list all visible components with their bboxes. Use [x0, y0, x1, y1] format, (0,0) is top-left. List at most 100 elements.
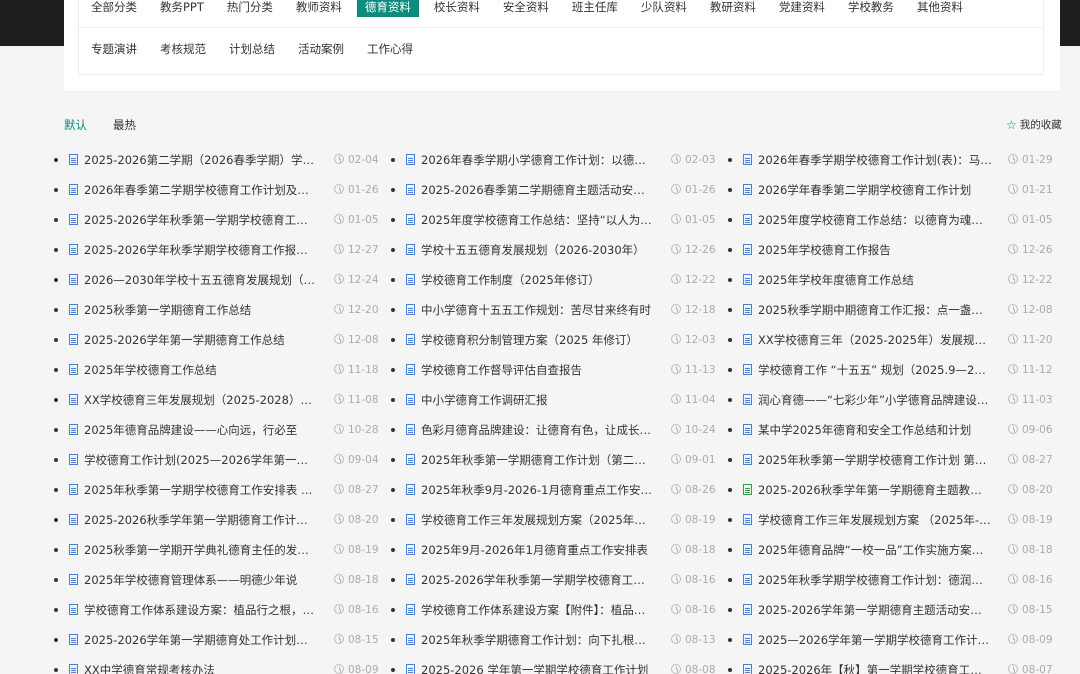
item-title-link[interactable]: 2025年秋季9月-2026-1月德育重点工作安排表 — [421, 481, 655, 499]
item-title-link[interactable]: 学校德育工作体系建设方案【附件】：植品行之根 — [421, 601, 655, 619]
list-item[interactable]: 2025年学校德育工作报告 12-26 — [728, 235, 1053, 265]
list-item[interactable]: 2026年春季学期学校德育工作计划(表)：马到成功 01-29 — [728, 145, 1053, 175]
item-title-link[interactable]: 2025-2026学年第一学期德育主题活动安排表 — [758, 601, 992, 619]
item-title-link[interactable]: 学校德育工作 “十五五” 规划（2025.9—2030.8） — [758, 361, 992, 379]
list-item[interactable]: 2025年秋季学期学校德育工作计划：德润心灵，育见未来 08-16 — [728, 565, 1053, 595]
list-item[interactable]: 学校德育工作三年发展规划方案（2025年新版） 08-19 — [391, 505, 716, 535]
item-title-link[interactable]: 学校十五五德育发展规划（2026-2030年） — [421, 241, 655, 259]
item-title-link[interactable]: 学校德育工作计划(2025—2026学年第一学期) — [84, 451, 318, 469]
item-title-link[interactable]: 2025年度学校德育工作总结：坚持“以人为本” — [421, 211, 655, 229]
list-item[interactable]: 2026—2030年学校十五五德育发展规划（2026-2030年） 12-24 — [54, 265, 379, 295]
list-item[interactable]: 2025年德育品牌“一校一品”工作实施方案（附表） 08-18 — [728, 535, 1053, 565]
list-item[interactable]: 2025-2026学年秋季第一学期学校德育工作总结 01-05 — [54, 205, 379, 235]
subcategory-tab-4[interactable]: 工作心得 — [367, 42, 413, 59]
category-tab-0[interactable]: 全部分类 — [91, 0, 137, 17]
list-item[interactable]: 2025-2026第二学期（2026春季学期）学校德育工作计划 02-04 — [54, 145, 379, 175]
item-title-link[interactable]: 2025年德育品牌建设——心向远，行必至 — [84, 421, 318, 439]
item-title-link[interactable]: 2025-2026学年第一学期德育处工作计划：立德树人 — [84, 631, 318, 649]
subcategory-tab-2[interactable]: 计划总结 — [229, 42, 275, 59]
list-item[interactable]: 中小学德育工作调研汇报 11-04 — [391, 385, 716, 415]
item-title-link[interactable]: 学校德育工作三年发展规划方案 （2025年-2028年） — [758, 511, 992, 529]
item-title-link[interactable]: 学校德育工作督导评估自查报告 — [421, 361, 655, 379]
list-item[interactable]: 中小学德育十五五工作规划：苦尽甘来终有时 12-18 — [391, 295, 716, 325]
item-title-link[interactable]: 2025-2026学年秋季学期学校德育工作报告总结 — [84, 241, 318, 259]
list-item[interactable]: 2025年秋季9月-2026-1月德育重点工作安排表 08-26 — [391, 475, 716, 505]
item-title-link[interactable]: XX学校德育三年发展规划（2025-2028）方案 — [84, 391, 318, 409]
list-item[interactable]: 2025年9月-2026年1月德育重点工作安排表 08-18 — [391, 535, 716, 565]
list-item[interactable]: XX学校德育三年（2025-2025年）发展规划方案 11-20 — [728, 325, 1053, 355]
item-title-link[interactable]: 2026学年春季第二学期学校德育工作计划 — [758, 181, 992, 199]
category-tab-10[interactable]: 党建资料 — [779, 0, 825, 17]
item-title-link[interactable]: 学校德育工作制度（2025年修订） — [421, 271, 655, 289]
category-tab-6[interactable]: 安全资料 — [503, 0, 549, 17]
list-item[interactable]: 2025-2026春季第二学期德育主题活动安排表 01-26 — [391, 175, 716, 205]
list-item[interactable]: 2025-2026秋季学年第一学期德育工作计划表格 08-20 — [54, 505, 379, 535]
item-title-link[interactable]: 中小学德育十五五工作规划：苦尽甘来终有时 — [421, 301, 655, 319]
item-title-link[interactable]: 2025年秋季学期学校德育工作计划：德润心灵，育见未来 — [758, 571, 992, 589]
list-item[interactable]: 2025年秋季学期德育工作计划：向下扎根，向上生长 08-13 — [391, 625, 716, 655]
list-item[interactable]: 学校德育工作制度（2025年修订） 12-22 — [391, 265, 716, 295]
list-item[interactable]: 色彩月德育品牌建设：让德育有色，让成长有光 10-24 — [391, 415, 716, 445]
list-item[interactable]: 2025秋季学期中期德育工作汇报：点一盏灯，照亮前路 12-08 — [728, 295, 1053, 325]
list-item[interactable]: 学校德育工作体系建设方案【附件】：植品行之根 08-16 — [391, 595, 716, 625]
item-title-link[interactable]: 2025年学校德育管理体系——明德少年说 — [84, 571, 318, 589]
category-tab-8[interactable]: 少队资料 — [641, 0, 687, 17]
category-tab-2[interactable]: 热门分类 — [227, 0, 273, 17]
list-item[interactable]: 学校德育工作 “十五五” 规划（2025.9—2030.8） 11-12 — [728, 355, 1053, 385]
item-title-link[interactable]: XX学校德育三年（2025-2025年）发展规划方案 — [758, 331, 992, 349]
list-item[interactable]: 学校十五五德育发展规划（2026-2030年） 12-26 — [391, 235, 716, 265]
list-item[interactable]: XX学校德育三年发展规划（2025-2028）方案 11-08 — [54, 385, 379, 415]
list-item[interactable]: 2025年德育品牌建设——心向远，行必至 10-28 — [54, 415, 379, 445]
item-title-link[interactable]: 2025年9月-2026年1月德育重点工作安排表 — [421, 541, 655, 559]
list-item[interactable]: 学校德育工作三年发展规划方案 （2025年-2028年） 08-19 — [728, 505, 1053, 535]
list-item[interactable]: 2025年学校年度德育工作总结 12-22 — [728, 265, 1053, 295]
list-item[interactable]: 2025-2026学年第一学期德育处工作计划：立德树人 08-15 — [54, 625, 379, 655]
list-item[interactable]: 2025-2026学年第一学期德育主题活动安排表 08-15 — [728, 595, 1053, 625]
list-item[interactable]: XX中学德育常规考核办法 08-09 — [54, 655, 379, 674]
list-item[interactable]: 2025秋季第一学期德育工作总结 12-20 — [54, 295, 379, 325]
list-item[interactable]: 2025秋季第一学期开学典礼德育主任的发言稿 08-19 — [54, 535, 379, 565]
list-item[interactable]: 2025年度学校德育工作总结：坚持“以人为本” 01-05 — [391, 205, 716, 235]
item-title-link[interactable]: 学校德育工作三年发展规划方案（2025年新版） — [421, 511, 655, 529]
list-item[interactable]: 2025-2026学年第一学期德育工作总结 12-08 — [54, 325, 379, 355]
sort-default-tab[interactable]: 默认 — [64, 117, 87, 133]
item-title-link[interactable]: 2025年学校德育工作总结 — [84, 361, 318, 379]
item-title-link[interactable]: 某中学2025年德育和安全工作总结和计划 — [758, 421, 992, 439]
item-title-link[interactable]: 2025-2026第二学期（2026春季学期）学校德育工作计划 — [84, 151, 318, 169]
item-title-link[interactable]: 2025-2026学年第一学期德育工作总结 — [84, 331, 318, 349]
item-title-link[interactable]: 2025年学校德育工作报告 — [758, 241, 992, 259]
category-tab-12[interactable]: 其他资料 — [917, 0, 963, 17]
list-item[interactable]: 2025年学校德育工作总结 11-18 — [54, 355, 379, 385]
item-title-link[interactable]: 学校德育积分制管理方案（2025 年修订） — [421, 331, 655, 349]
list-item[interactable]: 2025年秋季第一学期德育工作计划（第二篇） 09-01 — [391, 445, 716, 475]
item-title-link[interactable]: 2025秋季学期中期德育工作汇报：点一盏灯，照亮前路 — [758, 301, 992, 319]
category-tab-5[interactable]: 校长资料 — [434, 0, 480, 17]
list-item[interactable]: 2025年秋季第一学期学校德育工作安排表 （附） 08-27 — [54, 475, 379, 505]
item-title-link[interactable]: 2026年春季学期学校德育工作计划(表)：马到成功 — [758, 151, 992, 169]
list-item[interactable]: 2025-2026学年秋季学期学校德育工作报告总结 12-27 — [54, 235, 379, 265]
favorites-link[interactable]: ☆ 我的收藏 — [1006, 117, 1062, 132]
list-item[interactable]: 学校德育积分制管理方案（2025 年修订） 12-03 — [391, 325, 716, 355]
category-tab-11[interactable]: 学校教务 — [848, 0, 894, 17]
item-title-link[interactable]: 中小学德育工作调研汇报 — [421, 391, 655, 409]
item-title-link[interactable]: 2025秋季第一学期德育工作总结 — [84, 301, 318, 319]
item-title-link[interactable]: 2026年春季学期小学德育工作计划：以德为先，立德树人 — [421, 151, 655, 169]
category-tab-4[interactable]: 德育资料 — [356, 0, 419, 17]
list-item[interactable]: 2025-2026年【秋】第一学期学校德育工作计划 08-07 — [728, 655, 1053, 674]
subcategory-tab-0[interactable]: 专题演讲 — [91, 42, 137, 59]
category-tab-3[interactable]: 教师资料 — [296, 0, 342, 17]
subcategory-tab-3[interactable]: 活动案例 — [298, 42, 344, 59]
item-title-link[interactable]: 2025-2026年【秋】第一学期学校德育工作计划 — [758, 661, 992, 674]
item-title-link[interactable]: 学校德育工作体系建设方案：植品行之根，铸德育之魂 — [84, 601, 318, 619]
item-title-link[interactable]: 2025年秋季学期德育工作计划：向下扎根，向上生长 — [421, 631, 655, 649]
list-item[interactable]: 学校德育工作体系建设方案：植品行之根，铸德育之魂 08-16 — [54, 595, 379, 625]
item-title-link[interactable]: 2025-2026秋季学年第一学期德育工作计划表格 — [84, 511, 318, 529]
item-title-link[interactable]: 色彩月德育品牌建设：让德育有色，让成长有光 — [421, 421, 655, 439]
list-item[interactable]: 2025-2026 学年第一学期学校德育工作计划 08-08 — [391, 655, 716, 674]
list-item[interactable]: 学校德育工作督导评估自查报告 11-13 — [391, 355, 716, 385]
list-item[interactable]: 2026学年春季第二学期学校德育工作计划 01-21 — [728, 175, 1053, 205]
item-title-link[interactable]: 2025年学校年度德育工作总结 — [758, 271, 992, 289]
item-title-link[interactable]: 2025秋季第一学期开学典礼德育主任的发言稿 — [84, 541, 318, 559]
list-item[interactable]: 2025—2026学年第一学期学校德育工作计划（附表） 08-09 — [728, 625, 1053, 655]
item-title-link[interactable]: 2025年德育品牌“一校一品”工作实施方案（附表） — [758, 541, 992, 559]
